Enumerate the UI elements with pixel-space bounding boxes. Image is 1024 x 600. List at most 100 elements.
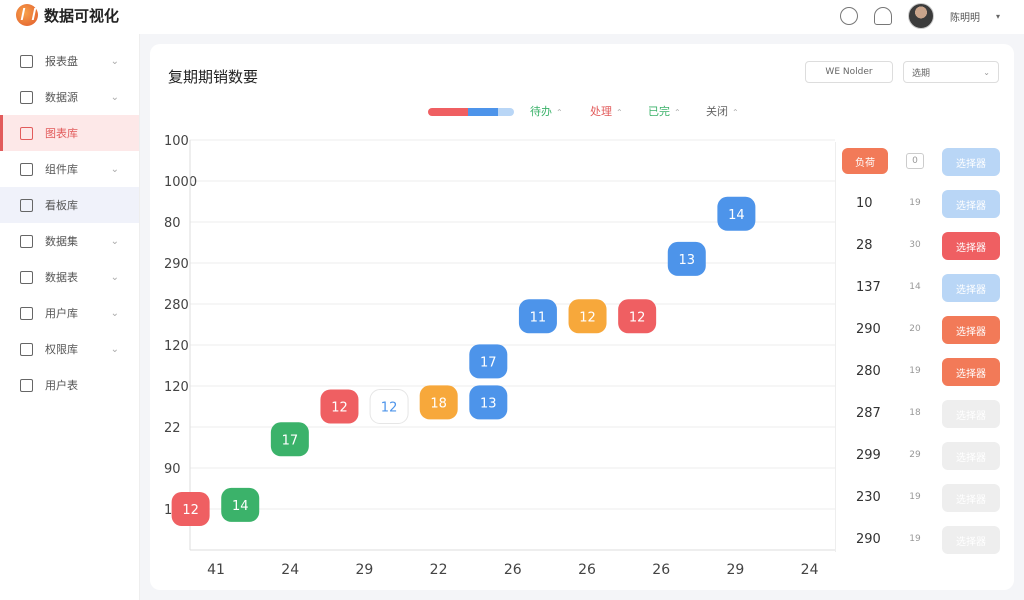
data-label-8: 11 (530, 310, 547, 325)
row-value: 28 (856, 238, 873, 253)
chevron-down-icon: ⌄ (110, 55, 119, 67)
x-tick-label: 26 (504, 562, 522, 578)
sidebar-item-3[interactable]: 组件库 ⌄ (0, 151, 139, 187)
table-row: 28 30 选择器 (838, 226, 1008, 268)
avatar[interactable] (907, 3, 934, 29)
chevron-down-icon: ⌄ (110, 271, 119, 283)
count-badge: 0 (906, 153, 924, 169)
x-tick-label: 26 (578, 562, 596, 578)
sidebar-item-7[interactable]: 用户库 ⌄ (0, 295, 139, 331)
status-badge[interactable]: 负荷 (842, 148, 888, 174)
chevron-down-icon: ⌄ (983, 67, 990, 77)
sidebar-item-label: 数据表 (45, 271, 78, 284)
row-value: 287 (856, 406, 881, 421)
y-tick-label: 80 (164, 216, 181, 231)
sidebar-item-label: 用户表 (45, 379, 78, 392)
sidebar-item-0[interactable]: 报表盘 ⌄ (0, 43, 139, 79)
sidebar: 报表盘 ⌄ 数据源 ⌄ 图表库 组件库 ⌄ 看板库 数据集 ⌄ 数据表 ⌄ 用户库 ⌄ 权限库 ⌄ 用户表 (0, 34, 140, 600)
y-tick-label: 90 (164, 462, 181, 477)
sidebar-item-label: 权限库 (45, 343, 78, 356)
table-row: 290 20 选择器 (838, 310, 1008, 352)
chevron-down-icon: ⌄ (110, 163, 119, 175)
row-sub-value: 30 (909, 240, 921, 250)
user-name[interactable]: 陈明明 (950, 9, 980, 24)
action-button[interactable]: 选择器 (942, 148, 1000, 176)
action-button[interactable]: 选择器 (942, 442, 1000, 470)
sidebar-item-label: 数据源 (45, 91, 78, 104)
table-divider (835, 142, 836, 552)
nav-icon (20, 342, 33, 356)
x-tick-label: 29 (355, 562, 373, 578)
data-label-4: 12 (381, 401, 398, 416)
period-select-value: 选期 (912, 68, 931, 79)
table-row: 280 19 选择器 (838, 352, 1008, 394)
sidebar-item-label: 看板库 (45, 199, 78, 212)
top-bar: 数据可视化 陈明明 ▾ (0, 0, 1024, 34)
sidebar-item-label: 数据集 (45, 235, 78, 248)
action-button[interactable]: 选择器 (942, 400, 1000, 428)
row-value: 137 (856, 280, 881, 295)
data-label-11: 13 (678, 253, 695, 268)
nav-icon (20, 54, 33, 68)
data-label-5: 18 (430, 396, 447, 411)
data-label-12: 14 (728, 208, 745, 223)
sidebar-item-9[interactable]: 用户表 (0, 367, 139, 403)
data-label-2: 17 (282, 433, 299, 448)
row-value: 280 (856, 364, 881, 379)
brand-title: 数据可视化 (44, 6, 120, 25)
nav-icon (20, 234, 33, 248)
sidebar-item-1[interactable]: 数据源 ⌄ (0, 79, 139, 115)
data-label-1: 14 (232, 499, 249, 514)
action-button[interactable]: 选择器 (942, 484, 1000, 512)
action-button[interactable]: 选择器 (942, 358, 1000, 386)
action-button[interactable]: 选择器 (942, 232, 1000, 260)
period-select[interactable]: 选期 ⌄ (903, 61, 999, 83)
action-button[interactable]: 选择器 (942, 526, 1000, 554)
data-label-10: 12 (629, 310, 646, 325)
chevron-down-icon: ⌄ (110, 307, 119, 319)
row-sub-value: 19 (909, 492, 921, 502)
y-tick-label: 100 (164, 134, 189, 149)
row-sub-value: 19 (909, 366, 921, 376)
row-sub-value: 19 (909, 198, 921, 208)
row-value: 230 (856, 490, 881, 505)
row-value: 299 (856, 448, 881, 463)
user-icon[interactable] (839, 7, 858, 25)
scatter-chart: 100 1000 80 290 280 120 120 22 90 17 41 24 29 22 26 26 2… (164, 134, 835, 578)
row-sub-value: 29 (909, 450, 921, 460)
sidebar-item-5[interactable]: 数据集 ⌄ (0, 223, 139, 259)
nav-icon (20, 162, 33, 176)
data-label-7: 17 (480, 355, 497, 370)
y-tick-label: 280 (164, 298, 189, 313)
x-tick-label: 41 (207, 562, 225, 578)
sidebar-item-label: 图表库 (45, 127, 78, 140)
brand[interactable]: 数据可视化 (16, 4, 119, 26)
table-row: 290 19 选择器 (838, 520, 1008, 562)
y-tick-label: 22 (164, 421, 181, 436)
sidebar-item-8[interactable]: 权限库 ⌄ (0, 331, 139, 367)
sidebar-item-4[interactable]: 看板库 (0, 187, 139, 223)
chevron-down-icon: ⌄ (110, 343, 119, 355)
sidebar-item-label: 用户库 (45, 307, 78, 320)
nav-icon (20, 126, 33, 140)
brand-logo-icon (16, 4, 38, 26)
row-value: 290 (856, 322, 881, 337)
user-menu-caret-icon[interactable]: ▾ (996, 12, 1000, 21)
headset-icon[interactable] (873, 7, 892, 25)
table-row: 10 19 选择器 (838, 184, 1008, 226)
action-button[interactable]: 选择器 (942, 190, 1000, 218)
table-row: 299 29 选择器 (838, 436, 1008, 478)
chevron-down-icon: ⌄ (110, 235, 119, 247)
nav-icon (20, 90, 33, 104)
data-label-6: 13 (480, 396, 497, 411)
action-button[interactable]: 选择器 (942, 274, 1000, 302)
row-sub-value: 18 (909, 408, 921, 418)
sidebar-item-6[interactable]: 数据表 ⌄ (0, 259, 139, 295)
x-tick-label: 24 (801, 562, 819, 578)
action-button[interactable]: 选择器 (942, 316, 1000, 344)
row-value: 10 (856, 196, 873, 211)
sidebar-item-2[interactable]: 图表库 (0, 115, 139, 151)
x-tick-label: 29 (726, 562, 744, 578)
x-tick-label: 26 (652, 562, 670, 578)
y-tick-label: 120 (164, 380, 189, 395)
